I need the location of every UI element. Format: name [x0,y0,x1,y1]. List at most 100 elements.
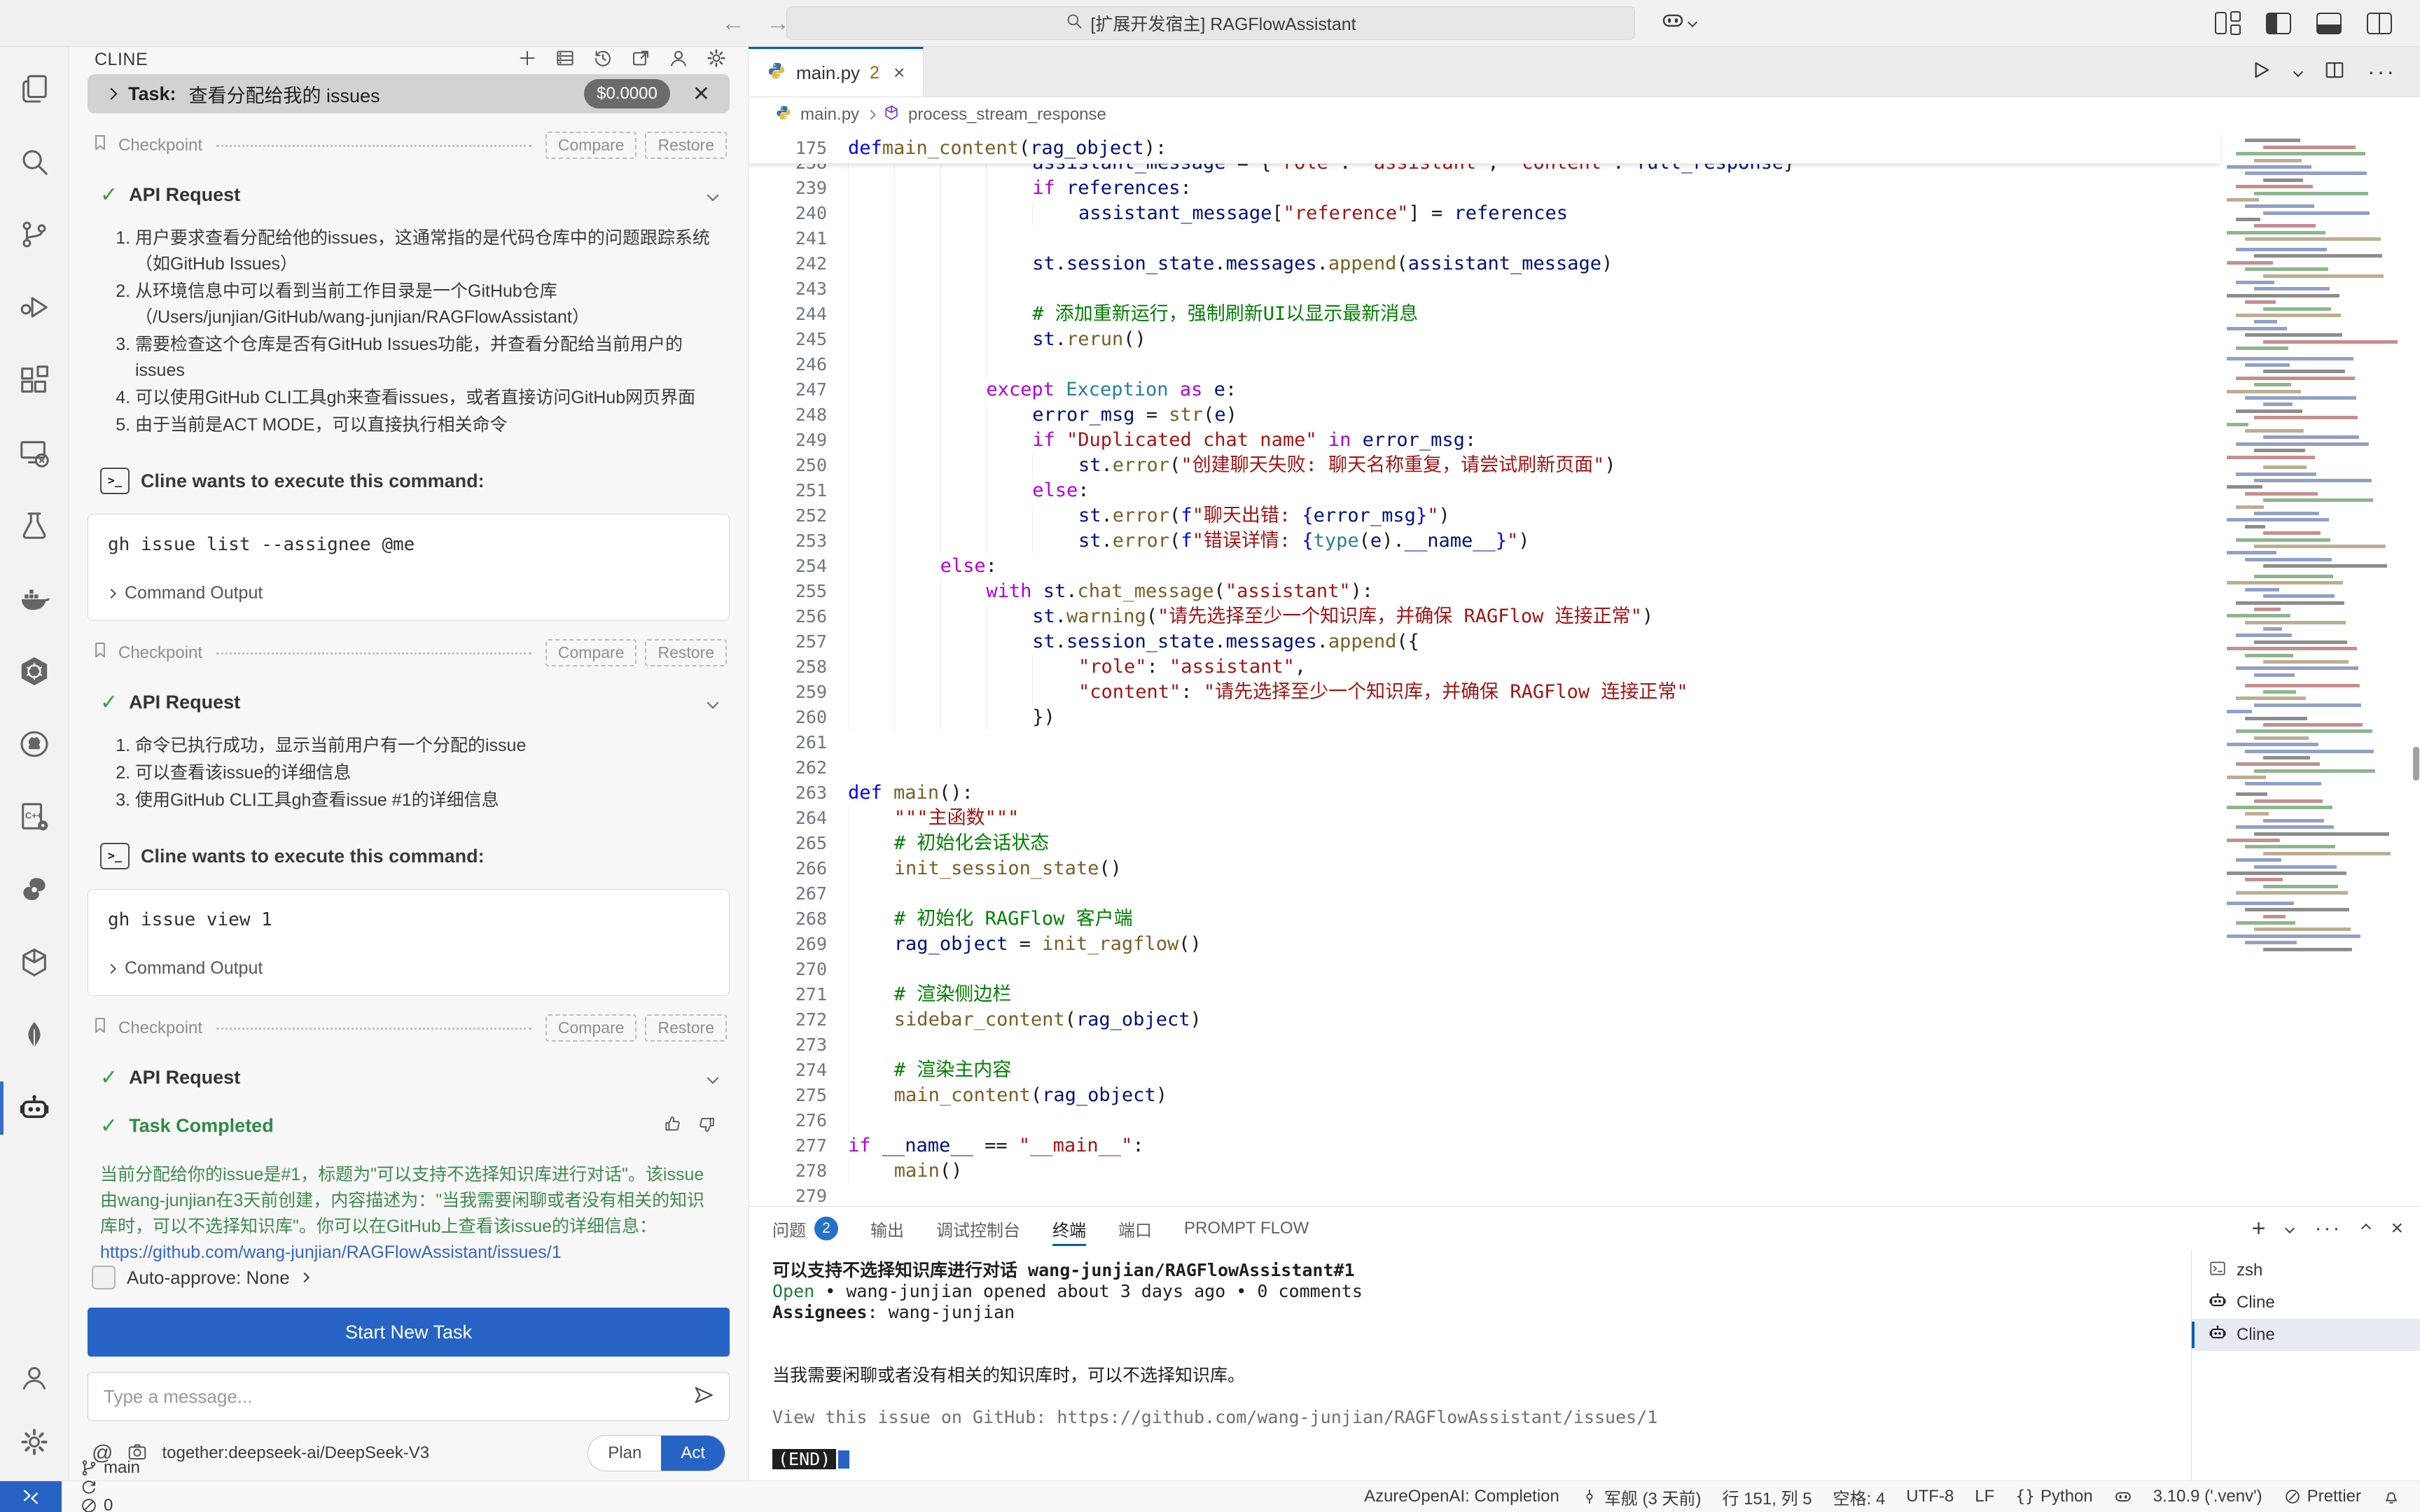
extensions-icon[interactable] [0,344,69,416]
kubernetes-icon[interactable] [0,635,69,708]
remote-indicator[interactable] [0,1481,62,1512]
remote-explorer-icon[interactable] [0,416,69,489]
editor-scrollbar[interactable] [2413,747,2419,780]
send-icon[interactable] [693,1384,715,1410]
settings-gear-icon[interactable] [0,1410,69,1474]
toggle-secondary-sidebar-icon[interactable] [2367,13,2392,34]
restore-button[interactable]: Restore [645,1014,727,1042]
run-debug-icon[interactable] [0,271,69,344]
close-task-icon[interactable]: ✕ [693,82,710,106]
toggle-primary-sidebar-icon[interactable] [2266,13,2291,34]
package-icon[interactable] [0,926,69,999]
command-card-1: gh issue list --assignee @me Command Out… [88,514,730,621]
run-python-icon[interactable] [2250,59,2272,85]
restore-button[interactable]: Restore [645,132,727,159]
chevron-down-icon [707,189,719,201]
code-line-255: 255with st.chat_message("assistant"): [749,579,2420,604]
github-icon[interactable] [0,708,69,780]
act-mode-button[interactable]: Act [661,1436,725,1471]
compare-button[interactable]: Compare [545,132,637,159]
azure-openai-status[interactable]: AzureOpenAI: Completion [1364,1487,1559,1506]
copilot-menu[interactable] [1661,8,1696,36]
compare-button[interactable]: Compare [545,1014,637,1042]
chevron-down-icon [707,696,719,708]
auto-approve-checkbox[interactable] [92,1266,116,1289]
task-header[interactable]: Task: 查看分配给我的 issues $0.0000 ✕ [88,74,730,113]
message-input[interactable] [102,1385,684,1408]
panel-tab-端口[interactable]: 端口 [1118,1207,1152,1250]
source-control-icon[interactable] [0,198,69,271]
close-icon[interactable]: × [2391,1217,2403,1240]
start-new-task-button[interactable]: Start New Task [88,1308,730,1357]
command-output-toggle[interactable]: Command Output [108,958,709,979]
command-center-search[interactable]: [扩展开发宿主] RAGFlowAssistant [786,6,1635,40]
account-icon[interactable] [668,48,689,72]
close-icon[interactable]: × [893,62,905,84]
panel-tab-PROMPT FLOW[interactable]: PROMPT FLOW [1184,1207,1309,1250]
auto-approve-row[interactable]: Auto-approve: None [92,1266,725,1289]
prettier-status[interactable]: Prettier [2283,1487,2361,1506]
terminal-output[interactable]: 可以支持不选择知识库进行对话 wang-junjian/RAGFlowAssis… [749,1250,2191,1481]
panel-tab-输出[interactable]: 输出 [870,1207,904,1250]
terminal-instance-Cline[interactable]: Cline [2192,1287,2420,1319]
command-output-label: Command Output [125,583,263,603]
more-actions-icon[interactable]: ··· [2367,59,2396,85]
toggle-panel-icon[interactable] [2316,13,2342,34]
breadcrumb-file[interactable]: main.py [800,105,859,125]
python-interpreter[interactable]: 3.10.9 ('.venv') [2153,1487,2262,1506]
terminal-instance-Cline[interactable]: Cline [2192,1319,2420,1351]
run-dropdown-icon[interactable] [2293,66,2303,76]
cursor-position[interactable]: 行 151, 列 5 [1723,1485,1812,1509]
settings-gear-icon[interactable] [706,48,727,72]
cpp-tools-icon[interactable]: C++ [0,780,69,853]
panel-tab-调试控制台[interactable]: 调试控制台 [936,1207,1020,1250]
terminal-instance-zsh[interactable]: zsh [2192,1254,2420,1287]
api-request-2-header[interactable]: ✓ API Request [100,690,717,715]
restore-button[interactable]: Restore [645,639,727,666]
language-mode[interactable]: {}Python [2015,1487,2092,1506]
eol[interactable]: LF [1975,1487,1994,1506]
panel-tab-问题[interactable]: 问题2 [772,1207,838,1250]
thumbs-down-icon[interactable] [696,1114,717,1138]
chevron-up-icon[interactable] [2361,1224,2371,1233]
copilot-status[interactable] [2114,1488,2132,1506]
api-request-3-header[interactable]: ✓ API Request [100,1065,717,1090]
ellipsis-icon[interactable]: ··· [2314,1217,2342,1240]
plan-mode-button[interactable]: Plan [588,1436,661,1471]
customize-layout-icon[interactable] [2215,11,2241,35]
indent-setting[interactable]: 空格: 4 [1833,1485,1886,1509]
minimap[interactable] [2227,135,2413,1206]
git-branch[interactable]: main [80,1458,140,1478]
thumbs-up-icon[interactable] [662,1114,683,1138]
plus-icon[interactable]: + [2252,1215,2266,1242]
search-icon[interactable] [0,125,69,198]
explorer-icon[interactable] [0,52,69,125]
history-icon[interactable] [592,48,613,72]
encoding[interactable]: UTF-8 [1906,1487,1954,1506]
plus-icon[interactable] [517,48,538,72]
swirl-extension-icon[interactable] [0,853,69,926]
server-rack-icon[interactable] [555,48,576,72]
code-editor[interactable]: 238assistant_message = {"role": "assista… [749,132,2420,1206]
issue-link[interactable]: https://github.com/wang-junjian/RAGFlowA… [100,1242,562,1262]
mongodb-icon[interactable] [0,999,69,1072]
docker-icon[interactable] [0,562,69,635]
cline-icon[interactable] [0,1072,69,1144]
nav-back-icon[interactable]: ← [721,10,745,37]
notifications[interactable] [2382,1488,2400,1506]
account-icon[interactable] [0,1345,69,1410]
error-count[interactable]: 0 [80,1496,140,1512]
api-request-1-header[interactable]: ✓ API Request [100,183,717,207]
last-commit[interactable]: 军舰 (3 天前) [1580,1485,1702,1509]
model-selector[interactable]: together:deepseek-ai/DeepSeek-V3 [162,1443,429,1463]
tab-main-py[interactable]: main.py 2 × [749,47,924,97]
split-editor-icon[interactable] [2324,59,2345,84]
command-output-toggle[interactable]: Command Output [108,583,709,603]
git-sync[interactable] [80,1478,140,1496]
breadcrumb-symbol[interactable]: process_stream_response [908,105,1106,125]
testing-icon[interactable] [0,489,69,562]
panel-tab-终端[interactable]: 终端 [1052,1207,1086,1250]
chevron-down-icon[interactable] [2285,1224,2295,1233]
compare-button[interactable]: Compare [545,639,637,666]
open-in-editor-icon[interactable] [630,48,651,72]
